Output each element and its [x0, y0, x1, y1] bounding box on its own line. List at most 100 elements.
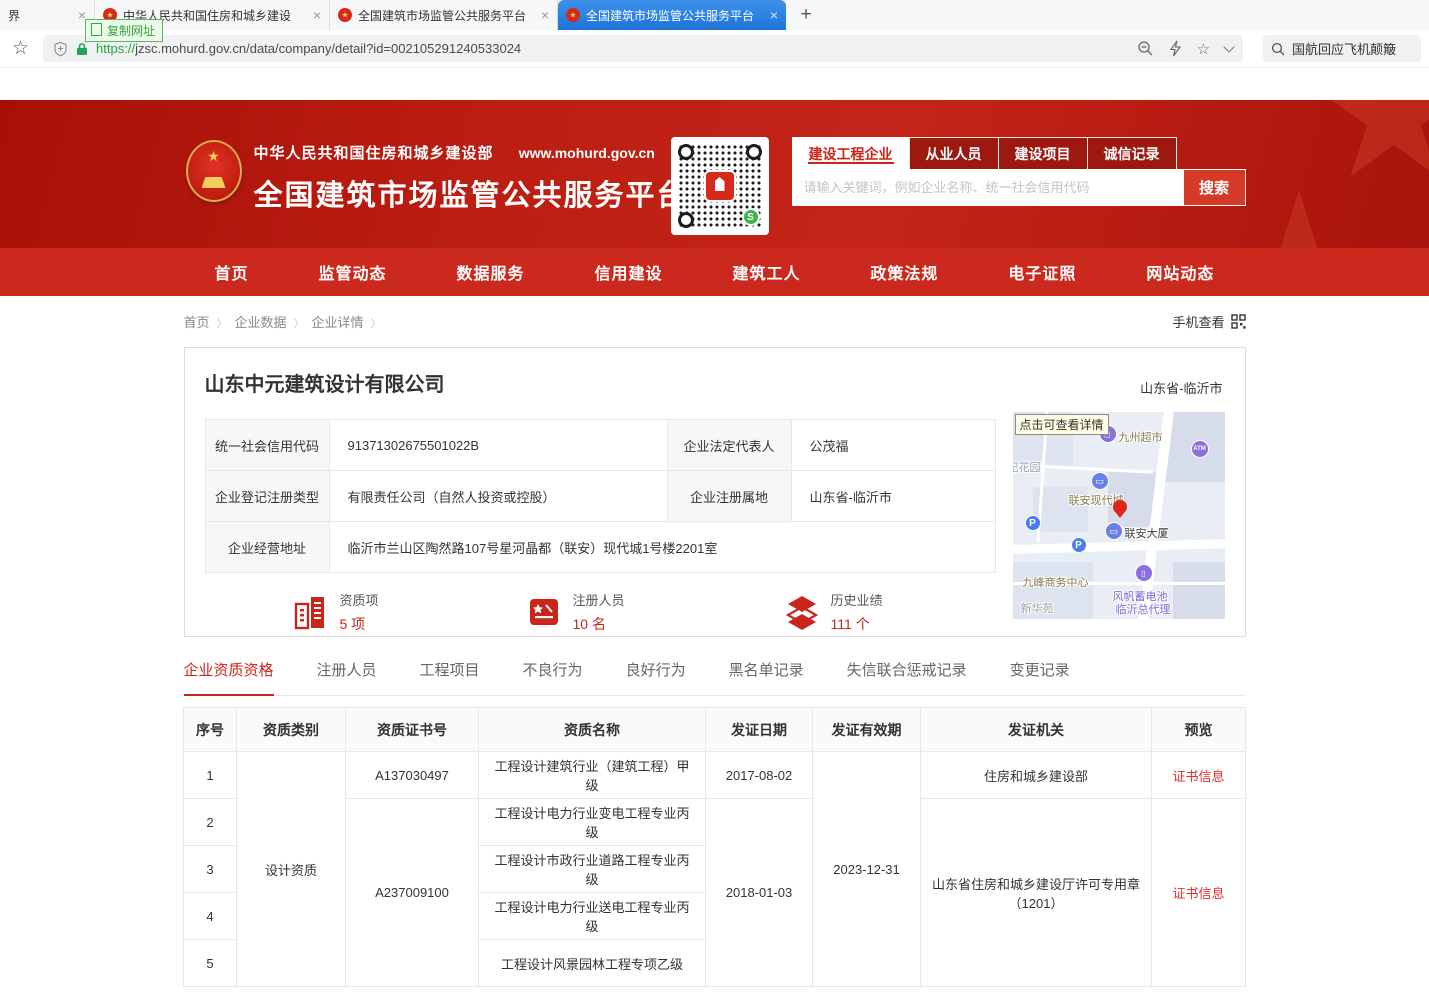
location-pin-icon	[1113, 500, 1127, 514]
tab-close-icon[interactable]: ×	[313, 7, 321, 23]
map-label: 纪花园	[1013, 459, 1041, 475]
legal-rep-value: 公茂福	[791, 420, 995, 471]
stat-label: 历史业绩	[831, 590, 883, 609]
row-no: 5	[184, 940, 237, 987]
search-tab-personnel[interactable]: 从业人员	[909, 137, 998, 169]
news-search-box[interactable]: 国航回应飞机颠簸	[1263, 35, 1421, 62]
url-protocol: https://	[96, 41, 135, 56]
bookmark-star-icon[interactable]: ☆	[12, 37, 29, 60]
tab-dishonesty-record[interactable]: 失信联合惩戒记录	[847, 659, 967, 695]
toolbar-icons: ☆	[1137, 40, 1233, 58]
qr-code-icon	[1231, 314, 1246, 329]
company-location-map[interactable]: 点击可查看详情 ◻ 九州超市 ATM 纪花园 ▭ 联安现代城 ▭ 联安大厦 P …	[1013, 412, 1225, 619]
company-info-table: 统一社会信用代码 91371302675501022B 企业法定代表人 公茂福 …	[205, 419, 996, 573]
credit-code-value: 91371302675501022B	[329, 420, 667, 471]
detail-tabs: 企业资质资格 注册人员 工程项目 不良行为 良好行为 黑名单记录 失信联合惩戒记…	[184, 659, 1246, 696]
field-label: 企业法定代表人	[667, 420, 791, 471]
tab-close-icon[interactable]: ×	[541, 7, 549, 23]
certificate-info-link[interactable]: 证书信息	[1172, 886, 1224, 901]
qualification-category: 设计资质	[237, 752, 346, 987]
issue-date: 2018-01-03	[706, 799, 813, 987]
table-row: 企业经营地址 临沂市兰山区陶然路107号星河晶都（联安）现代城1号楼2201室	[205, 522, 995, 573]
nav-item-credit[interactable]: 信用建设	[594, 260, 662, 284]
nav-item-workers[interactable]: 建筑工人	[732, 260, 800, 284]
qualification-name: 工程设计市政行业道路工程专业丙级	[479, 846, 706, 893]
url-text: jzsc.mohurd.gov.cn/data/company/detail?i…	[135, 41, 521, 56]
mobile-view[interactable]: 手机查看	[1172, 312, 1245, 331]
poi-marker-icon: ▭	[1091, 472, 1109, 490]
nav-item-e-license[interactable]: 电子证照	[1008, 260, 1076, 284]
stat-label: 注册人员	[573, 590, 625, 609]
nav-item-supervision[interactable]: 监管动态	[318, 260, 386, 284]
nav-item-site-news[interactable]: 网站动态	[1146, 260, 1214, 284]
browser-tab-2[interactable]: 全国建筑市场监管公共服务平台 ×	[330, 0, 558, 30]
page-top-spacer	[0, 68, 1429, 100]
company-region: 山东省-临沂市	[1140, 378, 1222, 397]
reg-type-value: 有限责任公司（自然人投资或控股）	[329, 471, 667, 522]
new-tab-button[interactable]: +	[786, 0, 826, 30]
nav-item-data-service[interactable]: 数据服务	[456, 260, 524, 284]
certificate-info-link[interactable]: 证书信息	[1172, 769, 1224, 784]
stat-qualifications[interactable]: 资质项 5 项	[292, 590, 379, 634]
tab-enterprise-qualification[interactable]: 企业资质资格	[184, 659, 274, 696]
search-tab-project[interactable]: 建设项目	[998, 137, 1087, 169]
search-tab-enterprise[interactable]: 建设工程企业	[792, 137, 909, 169]
col-header: 发证日期	[706, 708, 813, 752]
stat-registered-personnel[interactable]: 注册人员 10 名	[525, 590, 625, 634]
browser-tab-3-active[interactable]: 全国建筑市场监管公共服务平台 ×	[558, 0, 786, 30]
tab-blacklist[interactable]: 黑名单记录	[729, 659, 804, 695]
map-label: 临沂总代理	[1116, 601, 1171, 617]
breadcrumb: 首页〉企业数据〉企业详情〉	[184, 312, 389, 331]
map-label: 新华苑	[1021, 600, 1054, 616]
platform-title: 全国建筑市场监管公共服务平台	[254, 172, 688, 214]
qualification-name: 工程设计电力行业变电工程专业丙级	[479, 799, 706, 846]
secure-lock-icon	[76, 42, 88, 56]
breadcrumb-enterprise-data[interactable]: 企业数据	[235, 315, 287, 330]
url-bar[interactable]: https://jzsc.mohurd.gov.cn/data/company/…	[43, 35, 1243, 62]
stat-label: 资质项	[340, 590, 379, 609]
tab-registered-personnel[interactable]: 注册人员	[317, 659, 377, 695]
qr-center-logo	[704, 170, 736, 202]
map-label: 联安大厦	[1125, 525, 1169, 541]
breadcrumb-enterprise-detail[interactable]: 企业详情	[312, 315, 364, 330]
row-no: 1	[184, 752, 237, 799]
company-stats: 资质项 5 项 注册人员 10 名 历史业绩	[205, 590, 995, 634]
col-header: 发证有效期	[813, 708, 921, 752]
tab-projects[interactable]: 工程项目	[420, 659, 480, 695]
copy-url-tooltip: 复制网址	[85, 19, 163, 42]
mobile-view-label: 手机查看	[1172, 312, 1224, 331]
tab-close-icon[interactable]: ×	[770, 7, 778, 23]
map-tooltip: 点击可查看详情	[1015, 414, 1109, 435]
parking-icon: P	[1025, 515, 1041, 531]
table-row: 统一社会信用代码 91371302675501022B 企业法定代表人 公茂福	[205, 420, 995, 471]
address-value: 临沂市兰山区陶然路107号星河晶都（联安）现代城1号楼2201室	[329, 522, 995, 573]
chevron-down-icon[interactable]	[1223, 41, 1234, 52]
tab-title: 界	[8, 7, 70, 24]
stat-value: 10 名	[573, 614, 625, 634]
col-header: 资质证书号	[346, 708, 479, 752]
issuing-authority: 住房和城乡建设部	[921, 752, 1152, 799]
banner-search-module: 建设工程企业 从业人员 建设项目 诚信记录 搜索	[792, 137, 1246, 206]
field-label: 企业经营地址	[205, 522, 329, 573]
stat-history-performance[interactable]: 历史业绩 111 个	[783, 590, 883, 634]
tab-good-behavior[interactable]: 良好行为	[626, 659, 686, 695]
tab-change-record[interactable]: 变更记录	[1010, 659, 1070, 695]
tab-title: 全国建筑市场监管公共服务平台	[586, 7, 762, 24]
search-button[interactable]: 搜索	[1184, 169, 1246, 206]
field-label: 企业注册属地	[667, 471, 791, 522]
lightning-icon[interactable]	[1169, 40, 1182, 57]
favorite-star-icon[interactable]: ☆	[1197, 40, 1210, 58]
tab-bad-behavior[interactable]: 不良行为	[523, 659, 583, 695]
nav-item-home[interactable]: 首页	[215, 260, 249, 284]
breadcrumb-home[interactable]: 首页	[184, 315, 210, 330]
search-tab-credit[interactable]: 诚信记录	[1087, 137, 1177, 169]
browser-tab-0[interactable]: 界 ×	[0, 0, 95, 30]
cert-no: A137030497	[346, 752, 479, 799]
table-row: 企业登记注册类型 有限责任公司（自然人投资或控股） 企业注册属地 山东省-临沂市	[205, 471, 995, 522]
browser-chrome: 界 × 中华人民共和国住房和城乡建设 × 全国建筑市场监管公共服务平台 × 全国…	[0, 0, 1429, 68]
keyword-search-input[interactable]	[792, 169, 1184, 206]
banner-star-decoration	[1319, 100, 1429, 190]
company-name: 山东中元建筑设计有限公司	[205, 368, 1225, 397]
zoom-out-icon[interactable]	[1137, 40, 1154, 57]
nav-item-policy[interactable]: 政策法规	[870, 260, 938, 284]
